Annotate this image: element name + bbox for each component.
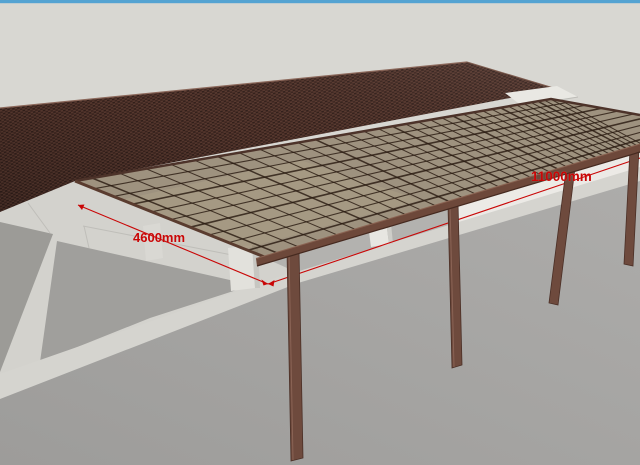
3d-viewport[interactable]: 4600mm 11000mm xyxy=(0,0,640,465)
dimension-label-depth: 4600mm xyxy=(133,230,185,245)
scene-svg xyxy=(0,0,640,465)
sky-band xyxy=(0,0,640,3)
dimension-label-length: 11000mm xyxy=(531,169,592,184)
